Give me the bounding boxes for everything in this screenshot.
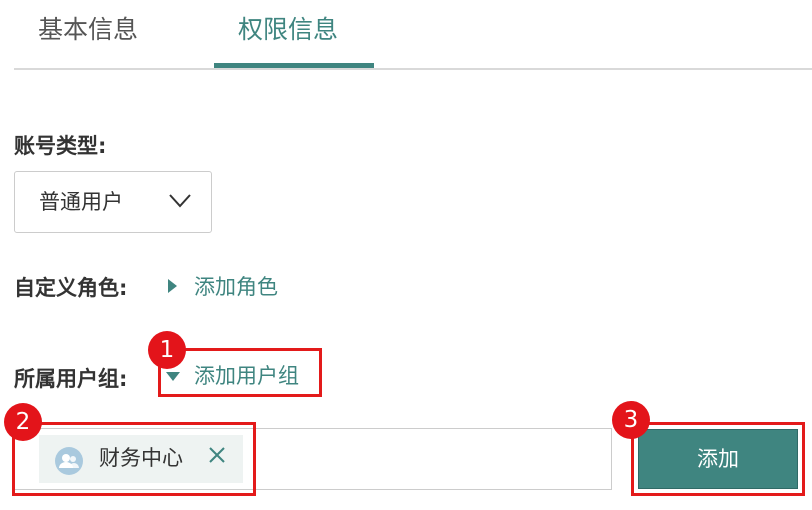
tab-permission-info[interactable]: 权限信息 [238,12,338,52]
tabs-divider [14,68,812,70]
tab-basic-info[interactable]: 基本信息 [38,12,138,52]
user-group-label: 所属用户组: [14,367,128,391]
annotation-badge-3: 3 [612,401,650,439]
annotation-box-2 [12,422,256,496]
custom-role-label: 自定义角色: [14,276,128,300]
account-type-value: 普通用户 [39,190,123,214]
annotation-box-3 [631,422,805,496]
annotation-badge-1: 1 [148,331,186,369]
active-tab-indicator [214,63,374,68]
account-type-label: 账号类型: [14,134,107,158]
annotation-badge-2: 2 [4,403,42,441]
add-role-text: 添加角色 [194,275,278,299]
account-type-select[interactable]: 普通用户 [14,171,212,233]
caret-right-icon [168,279,177,293]
chevron-down-icon [169,194,191,208]
